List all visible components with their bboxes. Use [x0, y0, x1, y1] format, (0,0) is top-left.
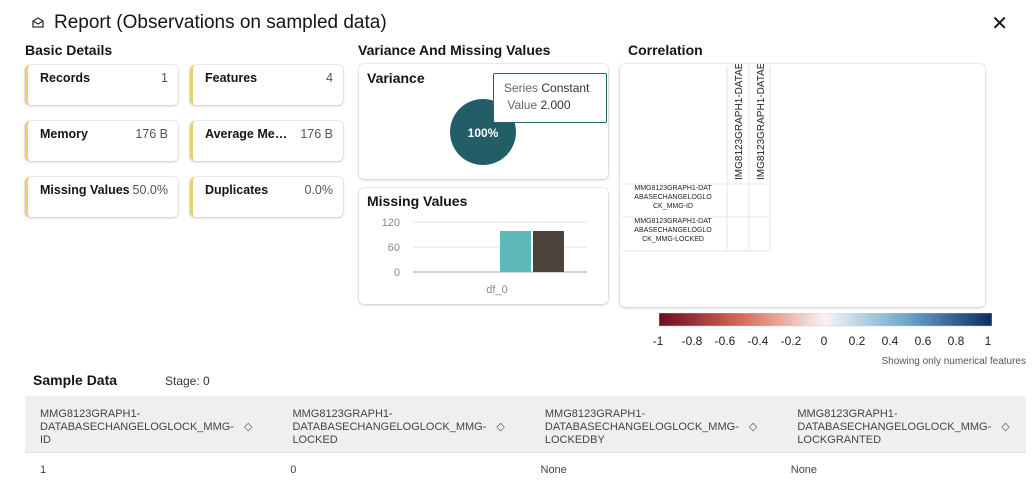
column-header[interactable]: MMG8123GRAPH1- DATABASECHANGELOGLOCK_MMG-… [782, 396, 1034, 452]
correlation-card: IMG8123GRAPH1-DATAE IMG8123GRAPH1-DATAE … [620, 64, 985, 307]
missing-bar-2[interactable] [533, 231, 564, 272]
stat-label: Records [40, 71, 91, 85]
sample-data-heading: Sample Data [33, 372, 118, 388]
stat-value: 4 [326, 71, 333, 85]
variance-tooltip: Series Constant Value 2.000 [493, 73, 607, 123]
corr-row-label-line: MMG8123GRAPH1-DAT [634, 218, 712, 225]
color-scale-labels: -1 -0.8 -0.6 -0.4 -0.2 0 0.2 0.4 0.6 0.8… [650, 334, 995, 348]
corr-row-label-line: MMG8123GRAPH1-DAT [634, 185, 712, 192]
stat-value: 176 B [135, 127, 168, 141]
scale-tick: 1 [984, 334, 992, 348]
scale-tick: 0.6 [914, 334, 932, 348]
numerical-features-note: Showing only numerical features [881, 356, 1026, 367]
table-cell: None [540, 464, 567, 476]
stat-value: 50.0% [132, 183, 168, 197]
sort-icon[interactable]: ◇ [1001, 421, 1009, 434]
variance-title: Variance [367, 70, 425, 86]
scale-tick: -0.8 [681, 334, 703, 348]
corr-col-label: IMG8123GRAPH1-DATAE [756, 64, 767, 180]
scale-tick: -0.2 [780, 334, 802, 348]
y-tick-label: 0 [394, 267, 400, 279]
stat-value: 176 B [300, 127, 333, 141]
stat-label: Duplicates [205, 183, 269, 197]
table-cell: None [790, 464, 818, 476]
variance-card: Variance 100% Series Constant Value 2.00… [359, 64, 608, 179]
tooltip-value-value: 2.000 [540, 98, 571, 112]
correlation-heatmap: IMG8123GRAPH1-DATAE IMG8123GRAPH1-DATAE … [622, 64, 771, 252]
scale-tick: -1 [652, 334, 664, 348]
stat-records: Records 1 [25, 65, 178, 105]
tooltip-series-value: Constant [541, 81, 590, 95]
tooltip-series-key: Series [504, 81, 539, 95]
tooltip-value-key: Value [507, 98, 538, 112]
scale-tick: 0.8 [947, 334, 965, 348]
report-title: Report (Observations on sampled data) [30, 12, 387, 34]
scale-tick: 0.4 [881, 334, 899, 348]
sample-table-header: MMG8123GRAPH1- DATABASECHANGELOGLOCK_MMG-… [25, 396, 1026, 452]
corr-col-label: IMG8123GRAPH1-DATAE [734, 64, 745, 180]
stat-value: 0.0% [304, 183, 334, 197]
stat-label: Missing Values [40, 183, 130, 197]
corr-row-label-line: ABASECHANGELOGLO [634, 194, 712, 201]
missing-values-card: Missing Values 120 60 0 df_0 [359, 188, 608, 304]
stat-label: Average Mem... [205, 127, 295, 141]
close-icon[interactable]: ✕ [991, 14, 1008, 34]
x-axis-label: df_0 [486, 284, 507, 296]
scale-tick: 0.2 [848, 334, 866, 348]
variance-missing-heading: Variance And Missing Values [358, 42, 551, 58]
stat-value: 1 [161, 71, 168, 85]
page-title: Report (Observations on sampled data) [54, 12, 387, 33]
scale-tick: -0.4 [747, 334, 769, 348]
basic-details-heading: Basic Details [25, 42, 113, 58]
table-row: 1 0 None None [25, 452, 1026, 488]
stat-average-memory: Average Mem... 176 B [190, 121, 343, 161]
sort-icon[interactable]: ◇ [244, 421, 252, 434]
corr-row-label-line: ABASECHANGELOGLO [634, 227, 712, 234]
stat-features: Features 4 [190, 65, 343, 105]
stat-duplicates: Duplicates 0.0% [190, 177, 343, 217]
stat-missing-values: Missing Values 50.0% [25, 177, 178, 217]
stat-label: Memory [40, 127, 88, 141]
report-icon [32, 17, 44, 28]
scale-tick: 0 [820, 334, 828, 348]
corr-row-label-line: CK_MMG-ID [653, 203, 693, 210]
sort-icon[interactable]: ◇ [749, 421, 757, 434]
corr-row-label-line: CK_MMG-LOCKED [642, 236, 704, 243]
y-tick-label: 120 [382, 217, 400, 229]
column-header[interactable]: MMG8123GRAPH1- DATABASECHANGELOGLOCK_MMG-… [530, 396, 782, 452]
correlation-heading: Correlation [628, 42, 703, 58]
column-header[interactable]: MMG8123GRAPH1- DATABASECHANGELOGLOCK_MMG-… [25, 396, 277, 452]
missing-bar-1[interactable] [500, 231, 531, 272]
table-cell: 1 [40, 464, 47, 476]
table-cell: 0 [290, 464, 297, 476]
correlation-color-scale [659, 313, 992, 327]
stage-label: Stage: 0 [165, 374, 210, 388]
stat-label: Features [205, 71, 258, 85]
sort-icon[interactable]: ◇ [496, 421, 504, 434]
stat-memory: Memory 176 B [25, 121, 178, 161]
y-tick-label: 60 [388, 242, 400, 254]
column-header[interactable]: MMG8123GRAPH1- DATABASECHANGELOGLOCK_MMG-… [277, 396, 529, 452]
scale-tick: -0.6 [714, 334, 736, 348]
missing-values-bar-chart: 120 60 0 df_0 [382, 217, 587, 296]
pie-label: 100% [468, 126, 499, 140]
